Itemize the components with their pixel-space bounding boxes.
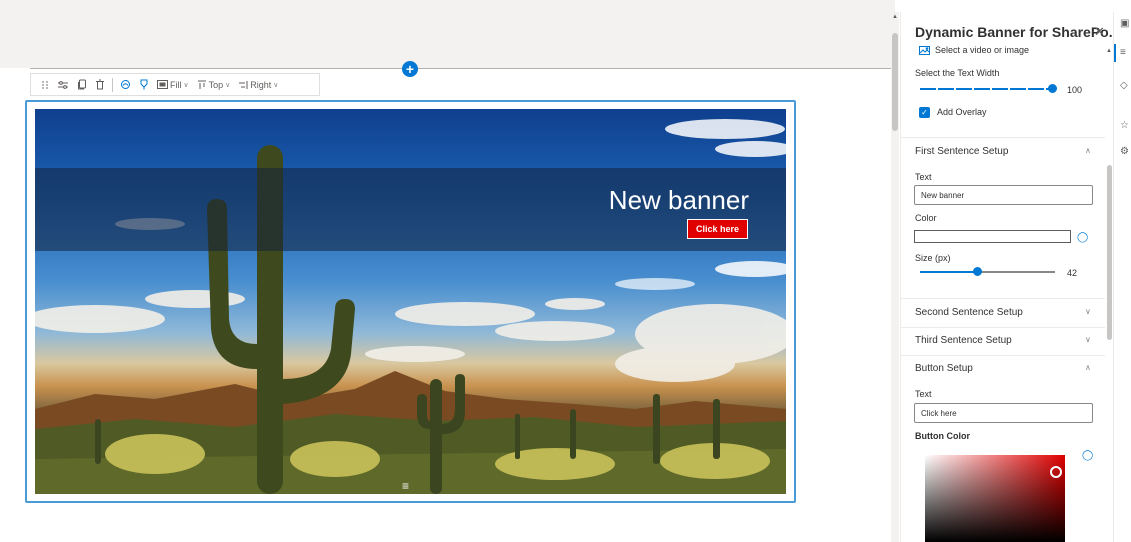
color-dropper-icon[interactable]: ◯ [1082,450,1093,461]
first-sentence-header[interactable]: First Sentence Setup [915,146,1008,157]
slider-fill [920,88,1052,90]
checkmark-icon: ✓ [921,108,928,117]
right-tool-rail [1113,12,1131,542]
sharepoint-page-editor: + Fill ∨ Top ∨ Right ∨ New banner Click … [0,0,1131,542]
property-pane-title: Dynamic Banner for SharePo... [915,24,1121,40]
button-color-label: Button Color [915,431,970,441]
add-section-button[interactable]: + [402,61,418,77]
page-scrollbar-thumb[interactable] [892,33,898,131]
align-top-icon [197,80,206,89]
image-icon [919,46,930,55]
first-sentence-text-label: Text [915,172,932,182]
slider-knob[interactable] [972,267,982,276]
slider-fill [920,271,977,273]
pane-scrollbar-thumb[interactable] [1107,165,1112,340]
align-right-icon [239,80,248,89]
chevron-up-icon[interactable]: ∧ [1085,146,1091,155]
layers-icon[interactable]: ▣ [1120,18,1129,29]
tag-icon[interactable]: ◇ [1120,80,1128,91]
settings-icon[interactable]: ⚙ [1120,146,1129,157]
color-picker-handle[interactable] [1050,466,1062,478]
chevron-down-icon: ∨ [273,81,279,89]
horizontal-align-dropdown[interactable]: Right ∨ [234,75,282,94]
text-width-slider[interactable] [920,84,1057,94]
design-ideas-icon[interactable] [116,75,135,94]
chevron-down-icon[interactable]: ∨ [1085,307,1091,316]
properties-icon[interactable]: ≡ [1120,47,1126,58]
vertical-align-dropdown[interactable]: Top ∨ [193,75,235,94]
resize-handle-icon[interactable]: ≡ [402,479,409,493]
chevron-down-icon: ∨ [183,81,189,89]
second-sentence-header[interactable]: Second Sentence Setup [915,307,1023,318]
first-sentence-size-slider[interactable] [920,267,1055,277]
pane-divider [901,137,1105,138]
banner-call-to-action-button[interactable]: Click here [687,219,748,239]
add-overlay-label: Add Overlay [937,107,987,117]
close-icon[interactable]: ✕ [1094,24,1105,40]
chevron-down-icon: ∨ [225,81,231,89]
first-sentence-color-field[interactable] [914,230,1071,243]
text-width-value: 100 [1067,85,1083,95]
fill-label: Fill [170,79,182,90]
duplicate-icon[interactable] [73,75,91,94]
plus-icon: + [405,61,415,77]
scroll-up-arrow-icon[interactable]: ▲ [892,14,898,20]
pane-divider [901,327,1105,328]
rail-active-indicator [1114,44,1116,62]
first-sentence-color-label: Color [915,213,937,223]
first-sentence-size-label: Size (px) [915,253,951,263]
chevron-up-icon[interactable]: ∧ [1085,363,1091,372]
webpart-toolbar: Fill ∨ Top ∨ Right ∨ [30,73,320,96]
banner-title: New banner [608,185,749,215]
delete-icon[interactable] [91,75,109,94]
banner-image[interactable]: New banner Click here ≡ [35,109,786,494]
toolbar-separator [112,77,113,92]
scroll-up-arrow-icon[interactable]: ▲ [1106,48,1112,54]
first-sentence-text-input[interactable] [914,185,1093,205]
third-sentence-header[interactable]: Third Sentence Setup [915,335,1012,346]
section-divider-line [30,68,895,69]
pane-divider [901,298,1105,299]
spotlight-icon[interactable] [135,75,153,94]
color-dropper-icon[interactable]: ◯ [1077,232,1088,243]
button-text-input[interactable] [914,403,1093,423]
chevron-down-icon[interactable]: ∨ [1085,335,1091,344]
fill-icon [157,80,168,89]
edit-properties-icon[interactable] [53,75,73,94]
slider-knob[interactable] [1048,84,1057,93]
right-label: Right [250,79,272,90]
pane-divider [901,355,1105,356]
top-label: Top [208,79,224,90]
button-text-label: Text [915,389,932,399]
button-setup-header[interactable]: Button Setup [915,363,973,374]
select-media-link[interactable]: Select a video or image [919,45,1029,55]
drag-handle-icon[interactable] [37,75,53,94]
add-overlay-checkbox[interactable]: ✓ [919,107,930,118]
desert-scene-illustration [35,119,786,494]
text-width-label: Select the Text Width [915,68,1000,78]
pin-icon[interactable]: ☆ [1120,120,1129,131]
button-color-picker[interactable] [925,455,1065,542]
fill-dropdown[interactable]: Fill ∨ [153,75,193,94]
page-top-band [0,0,895,68]
first-sentence-size-value: 42 [1067,268,1078,278]
select-media-label: Select a video or image [935,45,1030,55]
